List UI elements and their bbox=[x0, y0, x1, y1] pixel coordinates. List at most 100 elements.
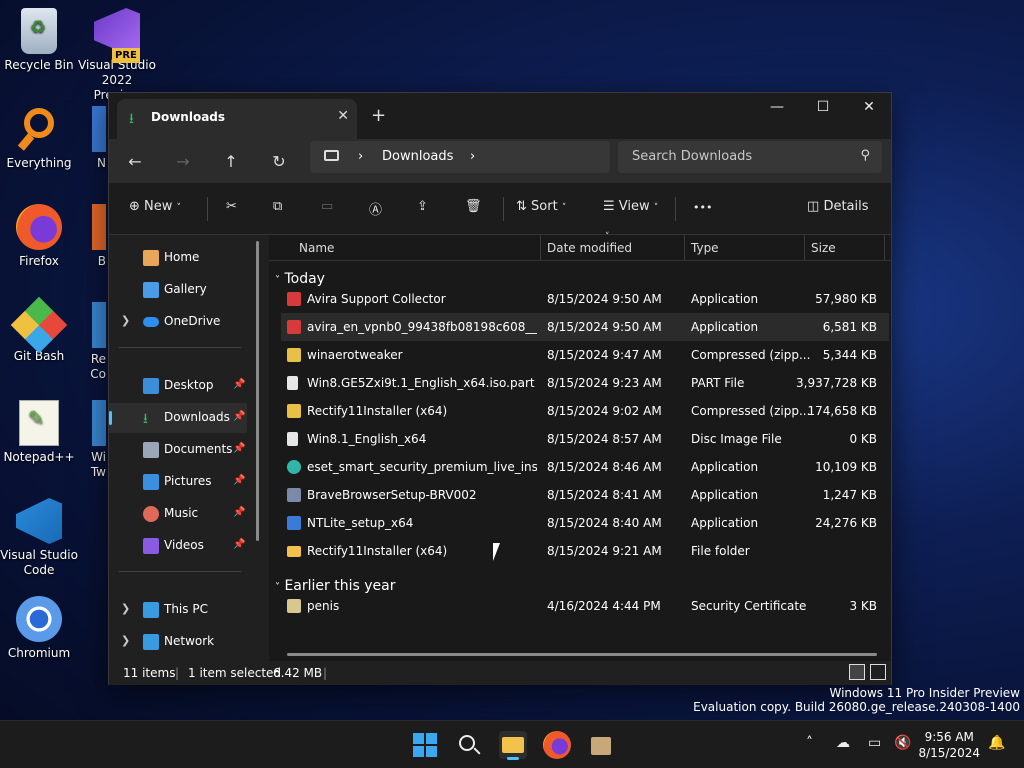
table-row[interactable]: Avira Support Collector 8/15/2024 9:50 AM… bbox=[281, 285, 889, 313]
chevron-up-icon[interactable]: ˄ bbox=[806, 735, 813, 751]
tiles-view-icon[interactable] bbox=[870, 664, 886, 680]
eset-icon bbox=[287, 460, 301, 474]
pin-icon[interactable]: 📌 bbox=[233, 411, 245, 422]
rename-icon[interactable]: Ⓐ bbox=[369, 199, 382, 218]
maximize-button[interactable]: ☐ bbox=[800, 99, 846, 115]
column-header-date[interactable]: Date modified bbox=[547, 241, 632, 255]
search-input[interactable]: Search Downloads bbox=[632, 149, 752, 164]
minimize-button[interactable]: — bbox=[754, 99, 800, 115]
sidebar-item-music[interactable]: Music 📌 bbox=[109, 499, 247, 529]
store-taskbar-icon[interactable] bbox=[587, 731, 615, 759]
file-size: 3 KB bbox=[849, 599, 877, 613]
cut-icon[interactable]: ✂ bbox=[226, 199, 237, 214]
table-row[interactable]: winaerotweaker 8/15/2024 9:47 AM Compresse… bbox=[281, 341, 889, 369]
forward-button[interactable]: → bbox=[173, 152, 193, 171]
desktop-icon-firefox[interactable]: Firefox bbox=[0, 204, 78, 269]
new-button[interactable]: ⊕ New ˅ bbox=[129, 199, 181, 214]
sidebar-item-documents[interactable]: Documents 📌 bbox=[109, 435, 247, 465]
column-header-size[interactable]: Size bbox=[811, 241, 836, 255]
table-row[interactable]: Rectify11Installer (x64) 8/15/2024 9:02 A… bbox=[281, 397, 889, 425]
column-divider[interactable] bbox=[804, 235, 805, 261]
pin-icon[interactable]: 📌 bbox=[233, 443, 245, 454]
table-row[interactable]: Win8.1_English_x64 8/15/2024 8:57 AM Disc … bbox=[281, 425, 889, 453]
close-tab-button[interactable]: ✕ bbox=[337, 108, 349, 124]
firefox-taskbar-icon[interactable] bbox=[543, 731, 571, 759]
address-separator[interactable]: › bbox=[470, 149, 475, 164]
cloud-offline-icon[interactable]: ☁ bbox=[836, 735, 850, 751]
desktop-icon-chromium[interactable]: Chromium bbox=[0, 596, 78, 661]
pin-icon[interactable]: 📌 bbox=[233, 539, 245, 550]
close-window-button[interactable]: ✕ bbox=[846, 99, 892, 115]
share-icon[interactable]: ⇪ bbox=[417, 199, 428, 214]
desktop-icon-visual-studio-preview[interactable]: PRE Visual Studio 2022 Preview bbox=[78, 8, 156, 103]
details-pane-button[interactable]: ◫ Details bbox=[807, 199, 869, 214]
navigation-pane: Home Gallery ❯ OneDrive Desktop 📌 ⭳ Downloa… bbox=[109, 235, 257, 661]
chevron-right-icon[interactable]: ❯ bbox=[121, 602, 130, 615]
pin-icon[interactable]: 📌 bbox=[233, 379, 245, 390]
back-button[interactable]: ← bbox=[125, 152, 145, 171]
new-tab-button[interactable]: + bbox=[371, 105, 386, 126]
table-row[interactable]: Rectify11Installer (x64) 8/15/2024 9:21 A… bbox=[281, 537, 889, 565]
sidebar-item-pictures[interactable]: Pictures 📌 bbox=[109, 467, 247, 497]
refresh-button[interactable]: ↻ bbox=[269, 152, 289, 171]
sidebar-item-network[interactable]: ❯ Network bbox=[109, 627, 247, 657]
sidebar-item-downloads[interactable]: ⭳ Downloads 📌 bbox=[109, 403, 247, 433]
notification-bell-icon[interactable]: 🔔 bbox=[988, 735, 1005, 751]
search-icon[interactable] bbox=[455, 731, 483, 759]
search-box[interactable]: Search Downloads ⚲ bbox=[618, 141, 882, 173]
watermark-line: Windows 11 Pro Insider Preview bbox=[829, 686, 1020, 700]
start-button-windows-icon[interactable] bbox=[411, 731, 439, 759]
breadcrumb-downloads[interactable]: Downloads bbox=[382, 149, 453, 164]
delete-icon[interactable]: 🗑 bbox=[465, 199, 482, 214]
network-icon[interactable]: ▭ bbox=[868, 735, 881, 751]
chevron-right-icon[interactable]: ❯ bbox=[121, 314, 130, 327]
column-header-name[interactable]: Name bbox=[299, 241, 334, 255]
sidebar-item-onedrive[interactable]: ❯ OneDrive bbox=[109, 307, 247, 337]
up-button[interactable]: ↑ bbox=[221, 152, 241, 171]
tab-downloads[interactable]: ⭳ Downloads ✕ bbox=[117, 99, 357, 139]
address-bar[interactable]: › Downloads › bbox=[310, 141, 610, 173]
pin-icon[interactable]: 📌 bbox=[233, 507, 245, 518]
desktop-icon-partial[interactable]: B bbox=[76, 204, 106, 269]
column-divider[interactable] bbox=[684, 235, 685, 261]
copy-icon[interactable]: ⧉ bbox=[273, 199, 282, 214]
table-row[interactable]: eset_smart_security_premium_live_install… bbox=[281, 453, 889, 481]
paste-icon[interactable]: ▭ bbox=[321, 199, 333, 214]
system-clock[interactable]: 9:56 AM 8/15/2024 bbox=[918, 729, 980, 761]
column-divider[interactable] bbox=[884, 235, 885, 261]
table-row[interactable]: NTLite_setup_x64 8/15/2024 8:40 AM Applica… bbox=[281, 509, 889, 537]
file-explorer-taskbar-icon[interactable] bbox=[499, 731, 527, 760]
sidebar-item-gallery[interactable]: Gallery bbox=[109, 275, 247, 305]
sidebar-item-this-pc[interactable]: ❯ This PC bbox=[109, 595, 247, 625]
table-row[interactable]: Win8.GE5Zxi9t.1_English_x64.iso.part 8/15… bbox=[281, 369, 889, 397]
column-header-type[interactable]: Type bbox=[691, 241, 719, 255]
sidebar-item-videos[interactable]: Videos 📌 bbox=[109, 531, 247, 561]
desktop-icon-git-bash[interactable]: Git Bash bbox=[0, 296, 78, 364]
sidebar-item-desktop[interactable]: Desktop 📌 bbox=[109, 371, 247, 401]
desktop-icon-partial[interactable]: Re Co bbox=[76, 302, 106, 382]
sidebar-scrollbar[interactable] bbox=[256, 241, 259, 541]
horizontal-scrollbar[interactable] bbox=[287, 653, 877, 656]
desktop-icon-partial[interactable]: Wi Tw bbox=[76, 400, 106, 480]
app-icon bbox=[92, 302, 106, 348]
details-view-icon[interactable] bbox=[849, 664, 865, 680]
chevron-right-icon[interactable]: ❯ bbox=[121, 634, 130, 647]
view-button[interactable]: ☰ View ˅ bbox=[603, 199, 658, 214]
desktop-icon-partial[interactable]: N bbox=[76, 106, 106, 171]
desktop-icon-label: Recycle Bin bbox=[4, 58, 74, 72]
desktop-icon-recycle-bin[interactable]: ♻ Recycle Bin bbox=[0, 8, 78, 73]
column-divider[interactable] bbox=[540, 235, 541, 261]
sidebar-item-home[interactable]: Home bbox=[109, 243, 247, 273]
file-explorer-window: ⭳ Downloads ✕ + — ☐ ✕ ← → ↑ ↻ › Download… bbox=[108, 92, 892, 685]
more-options-icon[interactable]: ••• bbox=[693, 201, 712, 214]
sort-button[interactable]: ⇅ Sort ˅ bbox=[516, 199, 566, 214]
desktop-icon-vscode[interactable]: Visual Studio Code bbox=[0, 498, 78, 578]
volume-muted-icon[interactable]: 🔇 bbox=[894, 735, 911, 751]
table-row-selected[interactable]: avira_en_vpnb0_99438fb08198c608__dwn... 8… bbox=[281, 313, 889, 341]
desktop-icon-everything[interactable]: Everything bbox=[0, 106, 78, 171]
desktop-icon-notepad-plus-plus[interactable]: ✎ Notepad++ bbox=[0, 400, 78, 465]
table-row[interactable]: BraveBrowserSetup-BRV002 8/15/2024 8:41 A… bbox=[281, 481, 889, 509]
table-row[interactable]: penis 4/16/2024 4:44 PM Security Certifica… bbox=[281, 592, 889, 620]
monitor-icon bbox=[324, 150, 339, 161]
pin-icon[interactable]: 📌 bbox=[233, 475, 245, 486]
